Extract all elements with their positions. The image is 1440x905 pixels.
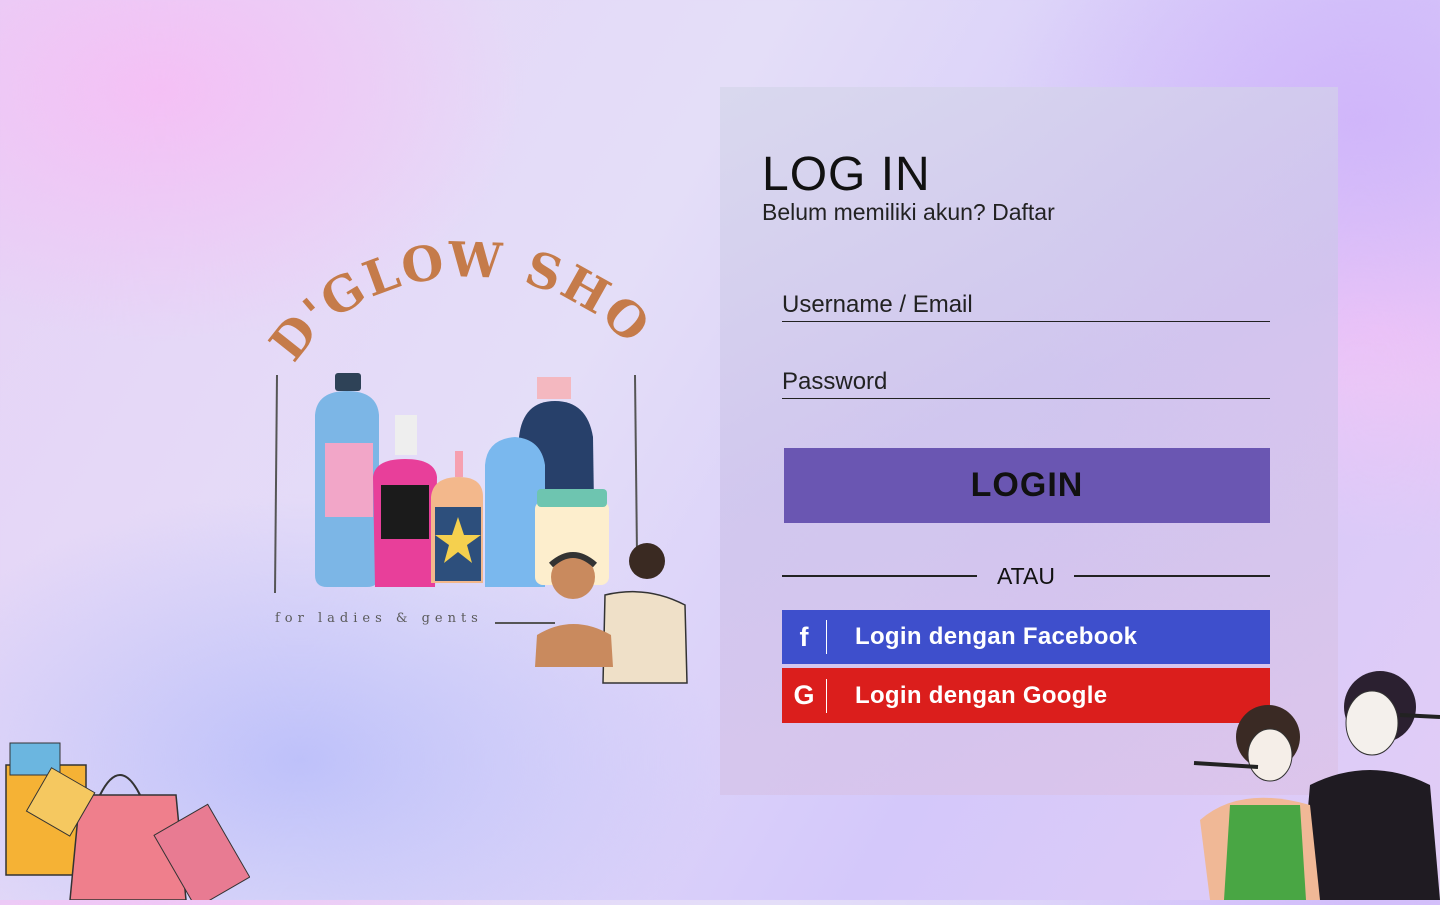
login-button[interactable]: LOGIN bbox=[784, 448, 1270, 523]
divider-line-right bbox=[1074, 575, 1270, 577]
skincare-people-illustration bbox=[1190, 655, 1440, 905]
password-input[interactable] bbox=[782, 368, 1270, 398]
divider-text: ATAU bbox=[997, 563, 1055, 589]
username-field bbox=[782, 291, 1270, 322]
svg-text:D'GLOW SHOP: D'GLOW SHOP bbox=[255, 215, 661, 372]
register-link[interactable]: Daftar bbox=[992, 199, 1055, 225]
brand-logo: D'GLOW SHOP for ladies & gents bbox=[255, 215, 705, 695]
facebook-login-label: Login dengan Facebook bbox=[855, 623, 1138, 650]
google-icon: G bbox=[782, 678, 827, 713]
google-login-label: Login dengan Google bbox=[855, 681, 1108, 709]
facebook-icon: f bbox=[782, 620, 827, 654]
login-subtitle: Belum memiliki akun? Daftar bbox=[762, 199, 1055, 226]
login-title: LOG IN bbox=[762, 148, 931, 201]
brand-tagline: for ladies & gents bbox=[275, 611, 483, 626]
subtitle-text: Belum memiliki akun? bbox=[762, 199, 993, 225]
or-divider: ATAU bbox=[782, 561, 1270, 591]
password-field bbox=[782, 368, 1270, 399]
shopping-bags-illustration bbox=[0, 735, 251, 905]
username-input[interactable] bbox=[782, 291, 1270, 321]
